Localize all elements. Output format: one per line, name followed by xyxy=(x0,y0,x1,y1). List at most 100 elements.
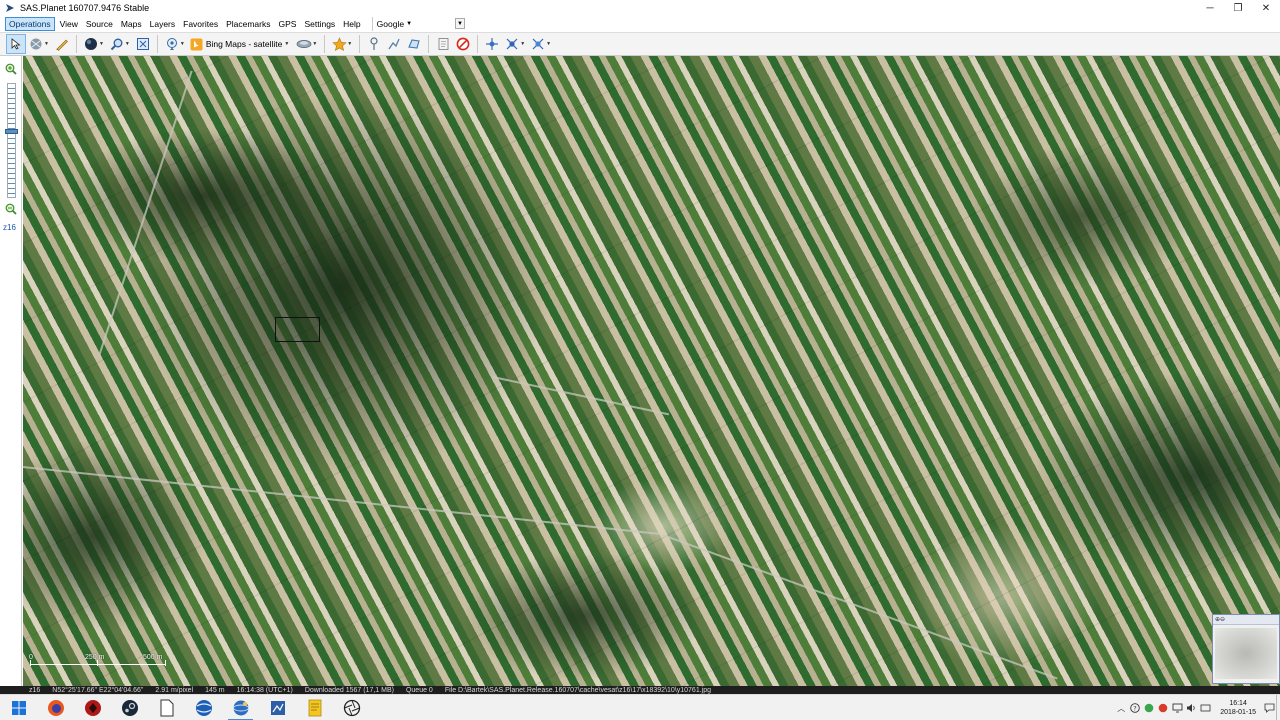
satellite-icon xyxy=(486,38,499,50)
zoom-search-button[interactable] xyxy=(107,34,127,54)
help-icon[interactable]: ? xyxy=(1128,695,1142,720)
map-source-dropdown[interactable]: Bing Maps - satellite ▼ xyxy=(188,34,295,54)
menu-placemarks[interactable]: Placemarks xyxy=(223,17,273,31)
taskbar-steam[interactable] xyxy=(111,695,148,720)
menu-layers[interactable]: Layers xyxy=(147,17,179,31)
fullscreen-button[interactable] xyxy=(133,34,153,54)
taskbar-sas-planet[interactable] xyxy=(222,695,259,720)
steam-icon xyxy=(121,699,138,716)
map-road xyxy=(23,466,660,535)
clock-time: 16:14 xyxy=(1229,700,1247,707)
sas-planet-app-icon xyxy=(4,2,16,14)
menu-operations[interactable]: Operations xyxy=(5,17,55,31)
status-bar: z16 N52°25'17.66" E22°04'04.66" 2.91 m/p… xyxy=(0,686,1280,694)
map-source-label: Bing Maps - satellite xyxy=(205,39,283,49)
globe-mode-button[interactable] xyxy=(81,34,101,54)
gps-track-button[interactable] xyxy=(482,34,502,54)
menu-source[interactable]: Source xyxy=(83,17,116,31)
selection-rectangle[interactable] xyxy=(275,317,320,342)
menu-gps[interactable]: GPS xyxy=(276,17,300,31)
close-button[interactable]: ✕ xyxy=(1252,0,1280,16)
pointer-tool-button[interactable] xyxy=(6,34,26,54)
taskbar-app-aperture[interactable] xyxy=(333,695,370,720)
zoom-in-icon[interactable] xyxy=(4,62,18,76)
menu-view[interactable]: View xyxy=(57,17,81,31)
notifications-icon[interactable] xyxy=(1262,695,1276,720)
document-icon xyxy=(160,699,173,716)
status-time: 16:14:38 (UTC+1) xyxy=(236,686,293,694)
add-polygon-button[interactable] xyxy=(404,34,424,54)
windows-start-button[interactable] xyxy=(0,695,37,720)
taskbar-firefox[interactable] xyxy=(37,695,74,720)
keyboard-layout-icon[interactable] xyxy=(1198,695,1212,720)
scale-tick xyxy=(165,660,166,666)
toolbar-separator xyxy=(428,35,430,53)
satellite-icon xyxy=(506,38,518,50)
network-icon[interactable] xyxy=(1170,695,1184,720)
bing-logo-icon xyxy=(190,38,203,50)
minimize-button[interactable]: ─ xyxy=(1196,0,1224,16)
security-icon[interactable] xyxy=(1142,695,1156,720)
zoom-slider-track[interactable] xyxy=(7,83,16,198)
chevron-down-icon: ▼ xyxy=(406,21,413,27)
menu-settings[interactable]: Settings xyxy=(301,17,338,31)
toolbar-separator xyxy=(75,35,77,53)
hand-tool-icon xyxy=(30,38,42,50)
ruler-tool-button[interactable] xyxy=(52,34,72,54)
gps-follow-button[interactable] xyxy=(502,34,522,54)
menu-bar: Operations View Source Maps Layers Favor… xyxy=(0,16,1280,32)
zoom-slider-thumb[interactable] xyxy=(5,129,18,135)
maximize-button[interactable]: ❐ xyxy=(1224,0,1252,16)
layers-icon xyxy=(296,40,312,48)
layers-button[interactable] xyxy=(294,34,314,54)
minimap-image[interactable] xyxy=(1215,628,1277,679)
window-controls: ─ ❐ ✕ xyxy=(1196,0,1280,16)
antivirus-icon[interactable] xyxy=(1156,695,1170,720)
clock-date: 2018-01-15 xyxy=(1220,709,1256,716)
taskbar-file-explorer[interactable] xyxy=(148,695,185,720)
zoom-slider-panel: z16 xyxy=(0,56,22,686)
blue-ball-icon xyxy=(195,699,212,716)
status-distance: 145 m xyxy=(205,686,225,694)
firefox-icon xyxy=(47,699,64,716)
window-title: SAS.Planet 160707.9476 Stable xyxy=(20,3,150,13)
scale-tick xyxy=(30,660,31,666)
status-queue: Queue 0 xyxy=(405,686,433,694)
add-path-button[interactable] xyxy=(384,34,404,54)
toolbar-separator xyxy=(324,35,326,53)
search-dropdown-arrow-icon[interactable]: ▼ xyxy=(455,18,465,29)
scale-tick xyxy=(97,660,98,666)
minimap-zoom-out-icon[interactable]: ⊖ xyxy=(1220,616,1225,623)
hide-placemarks-button[interactable] xyxy=(453,34,473,54)
taskbar-app-blue-ball[interactable] xyxy=(185,695,222,720)
menu-maps[interactable]: Maps xyxy=(118,17,145,31)
zoom-out-icon[interactable] xyxy=(4,202,18,216)
minimap-panel[interactable]: ⊕ ⊖ xyxy=(1212,614,1280,684)
status-resolution: 2.91 m/pixel xyxy=(155,686,194,694)
search-provider-dropdown[interactable]: Google ▼ xyxy=(371,17,413,31)
svg-text:?: ? xyxy=(1133,705,1136,713)
favorites-button[interactable] xyxy=(329,34,349,54)
gps-button[interactable] xyxy=(162,34,182,54)
fullscreen-icon xyxy=(136,38,149,50)
taskbar-app-red[interactable] xyxy=(74,695,111,720)
search-provider-label: Google xyxy=(376,19,405,29)
status-file-path: File D:\Bartek\SAS.Planet.Release.160707… xyxy=(444,686,712,694)
placemark-manager-button[interactable] xyxy=(433,34,453,54)
show-desktop-button[interactable] xyxy=(1276,695,1280,720)
satellite-map-view[interactable]: 0 250 m 500 m ⊕ ⊖ xyxy=(23,56,1280,686)
taskbar-app-blue-doc[interactable] xyxy=(259,695,296,720)
move-map-tool-button[interactable] xyxy=(26,34,46,54)
volume-icon[interactable] xyxy=(1184,695,1198,720)
menu-favorites[interactable]: Favorites xyxy=(180,17,221,31)
menu-help[interactable]: Help xyxy=(340,17,363,31)
taskbar-clock[interactable]: 16:14 2018-01-15 xyxy=(1220,699,1256,717)
taskbar-app-yellow[interactable] xyxy=(296,695,333,720)
gps-settings-button[interactable] xyxy=(528,34,548,54)
pencil-ruler-icon xyxy=(56,39,68,51)
stop-icon xyxy=(456,37,470,51)
chevron-up-icon[interactable]: ︿ xyxy=(1114,695,1128,720)
scale-bar: 0 250 m 500 m xyxy=(27,654,177,674)
add-placemark-button[interactable] xyxy=(364,34,384,54)
red-shield-icon xyxy=(84,699,101,716)
